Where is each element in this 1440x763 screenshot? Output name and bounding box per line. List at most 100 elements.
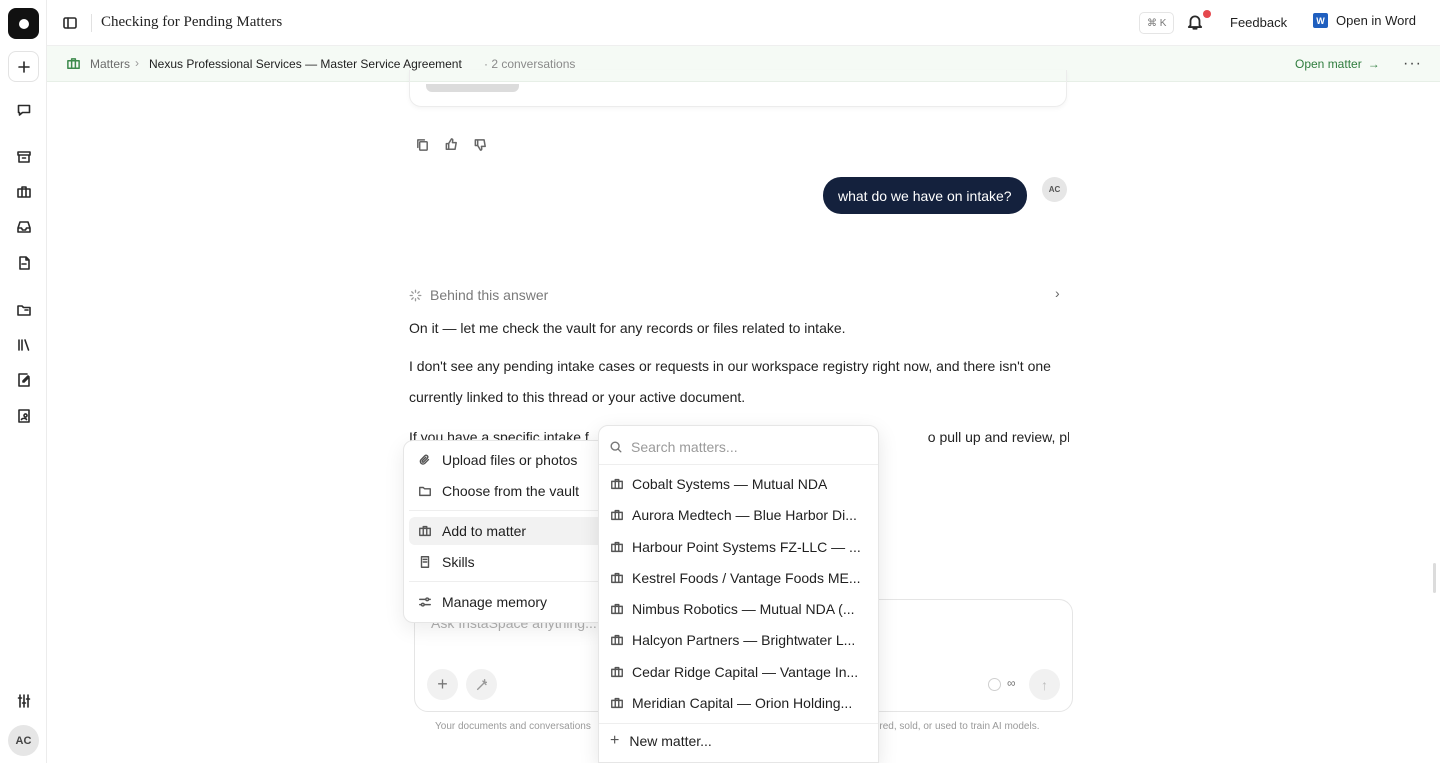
- briefcase-icon: [611, 697, 623, 709]
- title-divider: [91, 14, 92, 32]
- new-chat-button[interactable]: [8, 51, 39, 82]
- open-matter-button[interactable]: Open matter →: [1295, 57, 1380, 71]
- menu-item-vault[interactable]: Choose from the vault: [409, 477, 603, 505]
- more-options-button[interactable]: ···: [1403, 55, 1422, 73]
- conversation-count: · 2 conversations: [484, 57, 576, 71]
- matter-item[interactable]: Halcyon Partners — Brightwater L...: [610, 629, 868, 651]
- breadcrumb-matters-link[interactable]: Matters: [90, 57, 130, 71]
- library-nav-button[interactable]: [8, 329, 39, 360]
- briefcase-icon: [16, 185, 31, 198]
- menu-item-label: Add to matter: [442, 523, 527, 539]
- attach-menu: Upload files or photos Choose from the v…: [403, 440, 607, 623]
- feedback-button[interactable]: Feedback: [1230, 15, 1287, 30]
- documents-nav-button[interactable]: [8, 247, 39, 278]
- briefcase-icon: [66, 56, 81, 71]
- folder-icon: [16, 304, 31, 316]
- app-logo[interactable]: [8, 8, 39, 39]
- menu-divider: [409, 581, 603, 582]
- briefcase-icon: [611, 634, 623, 646]
- arrow-right-icon: →: [1367, 57, 1380, 71]
- menu-item-skills[interactable]: Skills: [409, 548, 603, 576]
- matter-item[interactable]: Cedar Ridge Capital — Vantage In...: [610, 661, 868, 683]
- plus-icon: [17, 60, 30, 73]
- loader-icon: [409, 289, 422, 301]
- matter-item-label: Cedar Ridge Capital — Vantage In...: [632, 664, 859, 680]
- chats-nav-button[interactable]: [8, 94, 39, 125]
- edit-document-icon: [17, 372, 30, 387]
- response-actions: [415, 137, 488, 152]
- matter-item[interactable]: Nimbus Robotics — Mutual NDA (...: [610, 598, 868, 620]
- menu-divider: [599, 723, 878, 724]
- user-menu-button[interactable]: AC: [8, 725, 39, 756]
- avatar: AC: [8, 725, 39, 756]
- archive-nav-button[interactable]: [8, 141, 39, 172]
- command-palette-shortcut[interactable]: ⌘ K: [1139, 12, 1175, 34]
- menu-item-manage-memory[interactable]: Manage memory: [409, 588, 603, 616]
- matters-nav-button[interactable]: [8, 176, 39, 207]
- thumbs-up-icon[interactable]: [444, 137, 459, 152]
- menu-item-add-to-matter[interactable]: Add to matter: [409, 517, 603, 545]
- sidebar-toggle-button[interactable]: [60, 13, 80, 33]
- contact-card-icon: [17, 408, 30, 423]
- send-button[interactable]: ↑: [1029, 669, 1060, 700]
- briefcase-icon: [611, 509, 623, 521]
- behind-answer-label: Behind this answer: [430, 287, 549, 303]
- briefcase-icon: [611, 603, 623, 615]
- matter-item[interactable]: Harbour Point Systems FZ-LLC — ...: [610, 536, 868, 558]
- matter-item[interactable]: Meridian Capital — Orion Holding...: [610, 692, 868, 714]
- chevron-right-icon[interactable]: ›: [1055, 285, 1060, 301]
- search-icon: [610, 441, 622, 453]
- context-usage-indicator: [988, 678, 1001, 691]
- disclaimer-right: ored, sold, or used to train AI models.: [873, 721, 1040, 732]
- briefcase-icon: [419, 525, 431, 537]
- paperclip-icon: [419, 454, 430, 465]
- briefcase-icon: [611, 572, 623, 584]
- menu-divider: [599, 464, 878, 465]
- sliders-icon: [419, 597, 431, 607]
- answer-paragraph: On it — let me check the vault for any r…: [409, 320, 846, 336]
- magic-button[interactable]: [466, 669, 497, 700]
- open-in-word-label: Open in Word: [1336, 13, 1416, 28]
- page-title[interactable]: Checking for Pending Matters: [101, 14, 282, 31]
- answer-line3-right: o pull up and review, please: [927, 429, 1069, 445]
- menu-divider: [409, 510, 603, 511]
- archive-icon: [16, 150, 31, 163]
- settings-nav-button[interactable]: [8, 685, 39, 716]
- attach-button[interactable]: +: [427, 669, 458, 700]
- infinity-indicator: ∞: [1007, 676, 1016, 690]
- folder-nav-button[interactable]: [8, 294, 39, 325]
- copy-icon[interactable]: [415, 137, 430, 152]
- matter-item-label: Cobalt Systems — Mutual NDA: [632, 476, 828, 492]
- matter-search-input[interactable]: Search matters...: [631, 439, 738, 455]
- matter-item[interactable]: Cobalt Systems — Mutual NDA: [610, 473, 868, 495]
- contacts-nav-button[interactable]: [8, 400, 39, 431]
- top-bar: Checking for Pending Matters ⌘ K Feedbac…: [47, 0, 1440, 46]
- breadcrumb-matter-name: Nexus Professional Services — Master Ser…: [149, 57, 462, 71]
- previous-response-card: [409, 70, 1067, 107]
- menu-item-label: Skills: [442, 554, 475, 570]
- sidebar: AC: [0, 0, 47, 763]
- page-scrollbar[interactable]: [1433, 563, 1436, 593]
- briefcase-icon: [611, 541, 623, 553]
- user-message-bubble: what do we have on intake?: [823, 177, 1027, 214]
- thumbs-down-icon[interactable]: [473, 137, 488, 152]
- menu-item-label: Manage memory: [442, 594, 548, 610]
- breadcrumb-separator: ›: [135, 56, 139, 70]
- avatar: AC: [1042, 177, 1067, 202]
- menu-item-upload[interactable]: Upload files or photos: [409, 446, 603, 474]
- book-icon: [420, 556, 430, 568]
- open-in-word-button[interactable]: W Open in Word: [1313, 13, 1416, 28]
- briefcase-icon: [611, 666, 623, 678]
- edit-doc-nav-button[interactable]: [8, 364, 39, 395]
- matter-item[interactable]: Kestrel Foods / Vantage Foods ME...: [610, 567, 868, 589]
- behind-answer-toggle[interactable]: Behind this answer: [409, 287, 548, 303]
- open-matter-label: Open matter: [1295, 57, 1362, 71]
- inbox-nav-button[interactable]: [8, 211, 39, 242]
- matter-item[interactable]: Aurora Medtech — Blue Harbor Di...: [610, 504, 868, 526]
- matter-picker-menu: Search matters... Cobalt Systems — Mutua…: [598, 425, 879, 763]
- magic-wand-icon: [476, 678, 487, 690]
- sliders-icon: [17, 693, 30, 708]
- answer-paragraph: I don't see any pending intake cases or …: [409, 358, 1051, 405]
- new-matter-button[interactable]: + New matter...: [610, 732, 712, 750]
- matter-search[interactable]: Search matters...: [609, 434, 869, 460]
